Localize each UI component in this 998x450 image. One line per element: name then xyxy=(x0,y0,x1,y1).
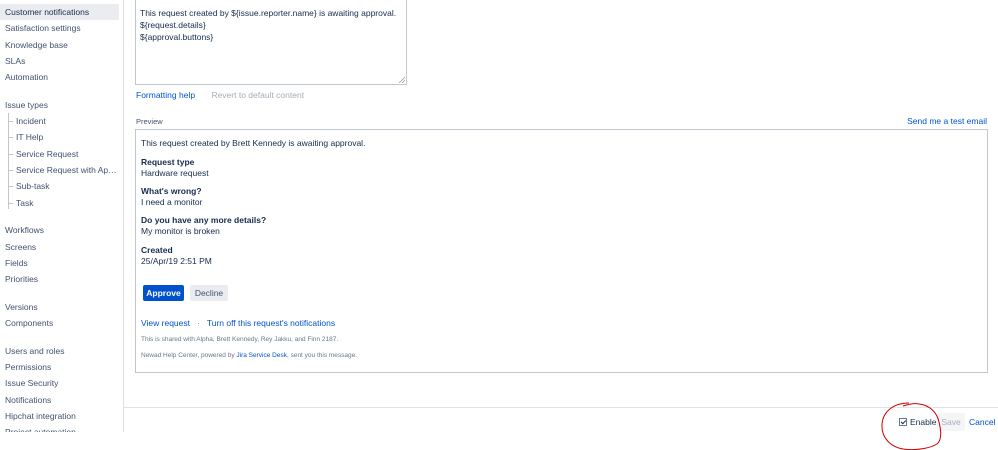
sidebar-item-versions[interactable]: Versions xyxy=(0,299,119,315)
sidebar-item-issue-security[interactable]: Issue Security xyxy=(0,375,119,391)
view-request-link[interactable]: View request xyxy=(141,318,190,328)
powered-suffix: , sent you this message. xyxy=(286,352,358,359)
template-line: ${request.details} xyxy=(140,20,206,30)
field-label: What's wrong? xyxy=(141,186,202,196)
sidebar-item-notifications[interactable]: Notifications xyxy=(0,392,119,408)
field-value: My monitor is broken xyxy=(141,226,220,236)
field-value: Hardware request xyxy=(141,168,209,178)
sidebar-item-sub-task[interactable]: Sub-task xyxy=(0,178,119,194)
sidebar-item-priorities[interactable]: Priorities xyxy=(0,271,119,287)
sidebar-item-hipchat-integration[interactable]: Hipchat integration xyxy=(0,408,119,424)
powered-by-text: Newad Help Center, powered by Jira Servi… xyxy=(141,352,357,359)
field-value: I need a monitor xyxy=(141,197,203,207)
sidebar-item-incident[interactable]: Incident xyxy=(0,113,119,129)
cancel-button[interactable]: Cancel xyxy=(969,413,995,431)
sidebar-item-task[interactable]: Task xyxy=(0,195,119,211)
hand-drawn-circle-annotation xyxy=(881,402,942,450)
turn-off-notifications-link[interactable]: Turn off this request's notifications xyxy=(207,318,335,328)
template-links: Formatting help Revert to default conten… xyxy=(136,89,304,101)
preview-links: View request · Turn off this request's not… xyxy=(141,318,335,328)
sidebar-item-fields[interactable]: Fields xyxy=(0,255,119,271)
powered-prefix: Newad Help Center, powered by xyxy=(141,352,237,359)
sidebar-item-permissions[interactable]: Permissions xyxy=(0,359,119,375)
field-label: Created xyxy=(141,245,173,255)
field-value: 25/Apr/19 2:51 PM xyxy=(141,256,212,266)
send-test-email-link[interactable]: Send me a test email xyxy=(907,116,987,126)
decline-button[interactable]: Decline xyxy=(190,285,228,301)
sidebar-item-slas[interactable]: SLAs xyxy=(0,53,119,69)
template-textarea[interactable]: This request created by ${issue.reporter… xyxy=(135,0,407,85)
resize-grip-icon[interactable] xyxy=(398,76,405,83)
sidebar-item-automation[interactable]: Automation xyxy=(0,69,119,85)
approve-button[interactable]: Approve xyxy=(143,285,184,301)
sidebar-item-customer-notifications[interactable]: Customer notifications xyxy=(0,4,119,20)
preview-label: Preview xyxy=(136,117,163,126)
formatting-help-link[interactable]: Formatting help xyxy=(136,90,195,100)
sidebar-item-users-and-roles[interactable]: Users and roles xyxy=(0,343,119,359)
sidebar-item-service-request[interactable]: Service Request xyxy=(0,146,119,162)
sidebar: Customer notifications Satisfaction sett… xyxy=(0,0,124,432)
template-line: This request created by ${issue.reporter… xyxy=(140,8,397,18)
sidebar-item-satisfaction-settings[interactable]: Satisfaction settings xyxy=(0,20,119,36)
shared-with-text: This is shared with Alpha, Brett Kennedy… xyxy=(141,336,339,343)
revert-default-link: Revert to default content xyxy=(211,90,305,100)
field-label: Request type xyxy=(141,157,195,167)
template-line: ${approval.buttons} xyxy=(140,32,214,42)
sidebar-item-screens[interactable]: Screens xyxy=(0,239,119,255)
preview-panel: This request created by Brett Kennedy is… xyxy=(135,129,988,373)
sidebar-item-it-help[interactable]: IT Help xyxy=(0,129,119,145)
sidebar-item-project-automation[interactable]: Project automation xyxy=(0,424,119,432)
sidebar-item-workflows[interactable]: Workflows xyxy=(0,222,119,238)
jira-service-desk-link[interactable]: Jira Service Desk xyxy=(236,352,287,359)
sidebar-item-issue-types[interactable]: Issue types xyxy=(0,97,119,113)
preview-intro: This request created by Brett Kennedy is… xyxy=(141,138,366,148)
sidebar-item-service-request-approvals[interactable]: Service Request with Approvals xyxy=(0,162,119,178)
field-label: Do you have any more details? xyxy=(141,215,267,225)
sidebar-item-components[interactable]: Components xyxy=(0,315,119,331)
footer-divider xyxy=(124,407,998,408)
sidebar-item-knowledge-base[interactable]: Knowledge base xyxy=(0,37,119,53)
link-separator: · xyxy=(196,318,200,328)
